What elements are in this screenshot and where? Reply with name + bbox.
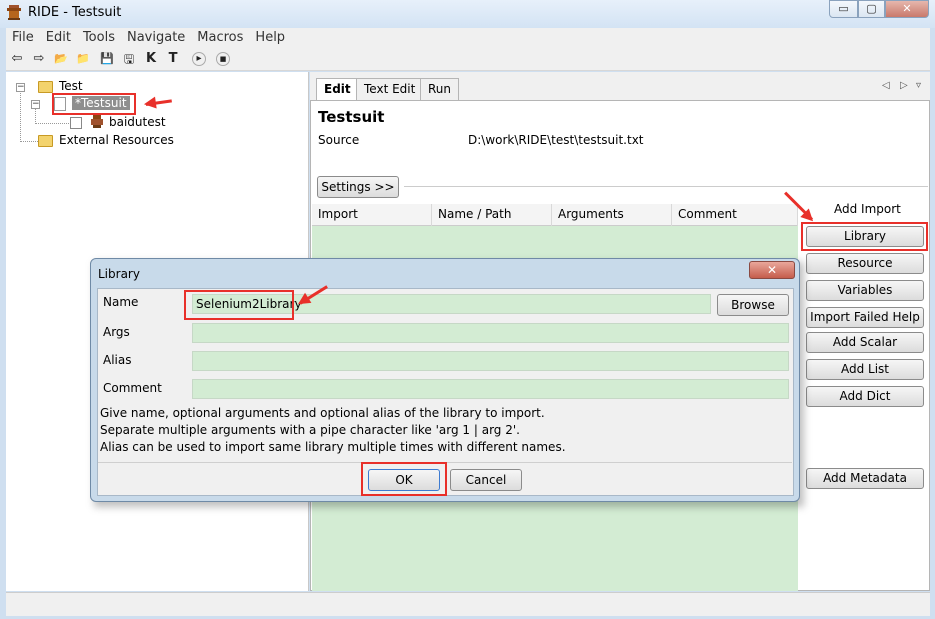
add-dict-button[interactable]: Add Dict — [806, 386, 924, 407]
forward-arrow-icon[interactable]: ⇨ — [30, 51, 48, 68]
menu-help[interactable]: Help — [249, 28, 291, 45]
dialog-close-button[interactable]: ✕ — [749, 261, 795, 279]
tree-node-test[interactable]: Test — [59, 79, 83, 93]
add-scalar-button[interactable]: Add Scalar — [806, 332, 924, 353]
annotation-box — [184, 290, 294, 320]
args-label: Args — [103, 325, 130, 339]
variables-button[interactable]: Variables — [806, 280, 924, 301]
source-path: D:\work\RIDE\test\testsuit.txt — [468, 133, 644, 147]
args-input[interactable] — [192, 323, 789, 343]
help-text-line: Separate multiple arguments with a pipe … — [100, 423, 520, 437]
stop-icon[interactable]: ■ — [216, 52, 230, 66]
column-arguments[interactable]: Arguments — [552, 204, 672, 226]
window-title: RIDE - Testsuit — [28, 5, 122, 20]
alias-label: Alias — [103, 353, 132, 367]
menu-tools[interactable]: Tools — [77, 28, 121, 45]
tab-list-icon[interactable]: ▿ — [916, 80, 921, 91]
import-failed-help-button[interactable]: Import Failed Help — [806, 307, 924, 328]
dialog-title: Library — [98, 267, 140, 281]
comment-label: Comment — [103, 381, 162, 395]
source-label: Source — [318, 133, 360, 147]
tab-edit[interactable]: Edit — [316, 78, 359, 100]
back-arrow-icon[interactable]: ⇦ — [8, 51, 26, 68]
close-window-button[interactable]: ✕ — [885, 0, 929, 18]
editor-tabs: Edit Text Edit Run ◁ ▷ ▿ — [310, 78, 930, 100]
ok-button[interactable]: OK — [368, 469, 440, 491]
suite-title: Testsuit — [318, 108, 385, 126]
tree-guide-line — [20, 141, 38, 142]
test-checkbox[interactable] — [70, 117, 82, 129]
ride-app-icon — [6, 4, 22, 21]
menu-bar: File Edit Tools Navigate Macros Help — [6, 28, 930, 48]
tree-guide-line — [35, 123, 69, 124]
robot-test-icon — [90, 114, 104, 132]
collapse-toggle-icon[interactable]: − — [31, 100, 40, 109]
run-icon[interactable]: ▸ — [192, 52, 206, 66]
collapse-toggle-icon[interactable]: − — [16, 83, 25, 92]
column-name-path[interactable]: Name / Path — [432, 204, 552, 226]
status-bar — [6, 592, 930, 616]
keyword-search-icon[interactable]: K — [142, 51, 160, 68]
settings-toggle-button[interactable]: Settings >> — [317, 176, 399, 198]
alias-input[interactable] — [192, 351, 789, 371]
library-button[interactable]: Library — [806, 226, 924, 247]
help-text-line: Give name, optional arguments and option… — [100, 406, 545, 420]
column-comment[interactable]: Comment — [672, 204, 798, 226]
divider — [404, 186, 928, 187]
help-text-line: Alias can be used to import same library… — [100, 440, 566, 454]
tree-node-baidutest[interactable]: baidutest — [109, 115, 166, 129]
tab-text-edit[interactable]: Text Edit — [356, 78, 424, 100]
minimize-button[interactable]: ▭ — [829, 0, 858, 18]
cancel-button[interactable]: Cancel — [450, 469, 522, 491]
menu-macros[interactable]: Macros — [191, 28, 249, 45]
menu-file[interactable]: File — [6, 28, 40, 45]
add-list-button[interactable]: Add List — [806, 359, 924, 380]
name-label: Name — [103, 295, 139, 309]
menu-edit[interactable]: Edit — [40, 28, 77, 45]
comment-input[interactable] — [192, 379, 789, 399]
open-suite-icon[interactable]: 📂 — [52, 51, 70, 68]
tree-node-testsuit[interactable]: *Testsuit — [72, 96, 130, 110]
tab-next-icon[interactable]: ▷ — [900, 80, 908, 91]
open-directory-icon[interactable]: 📁 — [74, 51, 92, 68]
title-bar — [0, 0, 935, 28]
tree-guide-line — [20, 88, 21, 142]
tab-prev-icon[interactable]: ◁ — [882, 80, 890, 91]
maximize-button[interactable]: ▢ — [858, 0, 885, 18]
resource-button[interactable]: Resource — [806, 253, 924, 274]
import-grid-header: Import Name / Path Arguments Comment — [312, 204, 798, 226]
save-all-icon[interactable]: 🖫 — [120, 51, 138, 68]
menu-navigate[interactable]: Navigate — [121, 28, 191, 45]
tab-run[interactable]: Run — [420, 78, 460, 100]
column-import[interactable]: Import — [312, 204, 432, 226]
save-icon[interactable]: 💾 — [98, 51, 116, 68]
browse-button[interactable]: Browse — [717, 294, 789, 316]
add-metadata-button[interactable]: Add Metadata — [806, 468, 924, 489]
test-search-icon[interactable]: T — [164, 51, 182, 68]
toolbar: ⇦ ⇨ 📂 📁 💾 🖫 K T ▸ ■ — [6, 48, 930, 71]
tree-node-external-resources[interactable]: External Resources — [59, 133, 174, 147]
folder-icon — [38, 81, 53, 93]
add-import-label: Add Import — [834, 202, 901, 216]
folder-icon — [38, 135, 53, 147]
tree-guide-line — [35, 108, 36, 124]
